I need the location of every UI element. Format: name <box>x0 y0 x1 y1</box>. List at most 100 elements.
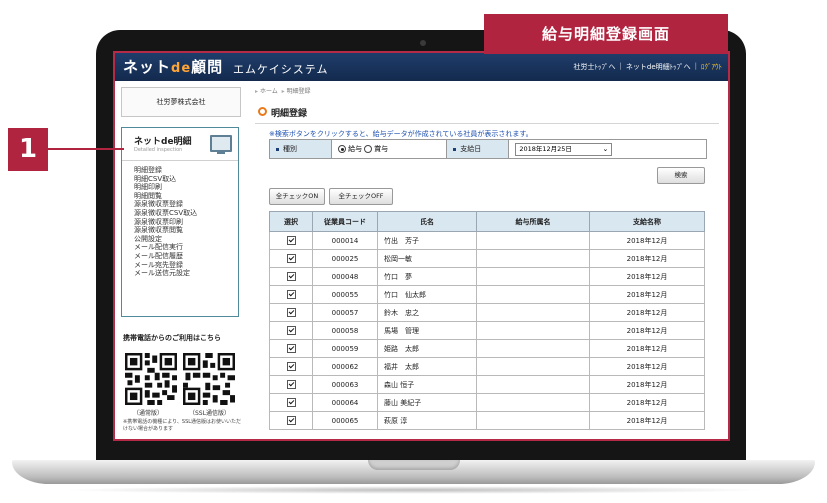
radio-bonus-label: 賞与 <box>374 145 389 153</box>
payment-date-select[interactable]: 2018年12月25日 ⌄ <box>515 142 613 156</box>
square-bullet-icon <box>276 147 279 151</box>
menu-item[interactable]: 源泉徴収票印刷 <box>134 218 197 227</box>
row-checkbox[interactable] <box>286 362 296 371</box>
page-title: 明細登録 <box>271 109 308 119</box>
col-pay-name: 支給名称 <box>589 211 705 232</box>
row-checkbox[interactable] <box>286 272 296 281</box>
col-employee-code: 従業員コード <box>312 211 378 232</box>
main-content: ▸ ホーム ▸ 明細登録 明細登録 ※検索ボタンをクリックすると、給与データが作… <box>249 81 728 439</box>
table-row: 000065 萩原 淳 2018年12月 <box>269 411 705 430</box>
menu-item[interactable]: メール宛先登録 <box>134 261 197 270</box>
cell-select <box>269 303 313 322</box>
laptop-shadow <box>60 486 767 494</box>
menu-item[interactable]: 源泉徴収票CSV取込 <box>134 209 197 218</box>
menu-item[interactable]: メール配信実行 <box>134 243 197 252</box>
cell-pay-name: 2018年12月 <box>589 303 705 322</box>
row-checkbox[interactable] <box>286 416 296 425</box>
cell-department <box>476 267 590 286</box>
table-row: 000062 福井 太郎 2018年12月 <box>269 357 705 376</box>
square-bullet-icon <box>453 147 457 151</box>
link-separator: | <box>694 62 697 70</box>
cell-department <box>476 303 590 322</box>
link-netde-top[interactable]: ネットde明細ﾄｯﾌﾟへ <box>626 62 691 72</box>
cell-name: 森山 恒子 <box>377 375 477 394</box>
cell-name: 藤山 美紀子 <box>377 393 477 412</box>
cell-department <box>476 393 590 412</box>
search-button[interactable]: 検索 <box>657 167 705 184</box>
menu-item[interactable]: メール配信履歴 <box>134 252 197 261</box>
cell-pay-name: 2018年12月 <box>589 231 705 250</box>
camera-dot <box>420 40 426 46</box>
link-separator: | <box>619 62 622 70</box>
row-checkbox[interactable] <box>286 308 296 317</box>
logo-text-de: de <box>171 61 192 76</box>
radio-salary[interactable] <box>338 145 347 153</box>
menu-list: 明細登録 明細CSV取込 明細印刷 明細閲覧 源泉徴収票登録 源泉徴収票CSV取… <box>134 166 197 278</box>
menu-item[interactable]: メール送信元設定 <box>134 269 197 278</box>
link-logout[interactable]: ﾛｸﾞｱｳﾄ <box>701 62 722 72</box>
breadcrumb-current: 明細登録 <box>286 88 311 95</box>
sidebar: 社労夢株式会社 ネットde明細 Detailed inspection 明細登録… <box>115 81 245 439</box>
cell-name: 姫路 太郎 <box>377 339 477 358</box>
cell-department <box>476 411 590 430</box>
qr-title: 携帯電話からのご利用はこちら <box>123 334 221 342</box>
qr-note: ※携帯電話の機種により、SSL通信版はお使いいただけない場合があります <box>123 419 242 432</box>
cell-name: 福井 太郎 <box>377 357 477 376</box>
screen-title-banner: 給与明細登録画面 <box>484 14 728 54</box>
cell-employee-code: 000065 <box>312 411 378 430</box>
cell-employee-code: 000064 <box>312 393 378 412</box>
cell-select <box>269 321 313 340</box>
cell-pay-name: 2018年12月 <box>589 375 705 394</box>
check-all-on-button[interactable]: 全チェックON <box>269 188 325 205</box>
cell-department <box>476 321 590 340</box>
cell-employee-code: 000059 <box>312 339 378 358</box>
callout-number-badge: 1 <box>8 128 48 171</box>
check-all-off-button[interactable]: 全チェックOFF <box>329 188 393 205</box>
radio-salary-label: 給与 <box>348 145 363 153</box>
menu-item[interactable]: 源泉徴収票登録 <box>134 200 197 209</box>
breadcrumb-home[interactable]: ホーム <box>260 88 278 95</box>
row-checkbox[interactable] <box>286 290 296 299</box>
cell-employee-code: 000057 <box>312 303 378 322</box>
cell-pay-name: 2018年12月 <box>589 267 705 286</box>
cell-pay-name: 2018年12月 <box>589 393 705 412</box>
table-row: 000058 馬場 管理 2018年12月 <box>269 321 705 340</box>
date-label-text: 支給日 <box>460 145 482 153</box>
qr-code-normal <box>125 353 177 405</box>
table-row: 000063 森山 恒子 2018年12月 <box>269 375 705 394</box>
cell-employee-code: 000058 <box>312 321 378 340</box>
menu-item[interactable]: 明細印刷 <box>134 183 197 192</box>
header-links: 社労士ﾄｯﾌﾟへ | ネットde明細ﾄｯﾌﾟへ | ﾛｸﾞｱｳﾄ <box>574 62 722 72</box>
cell-name: 松岡一敏 <box>377 249 477 268</box>
row-checkbox[interactable] <box>286 344 296 353</box>
app-logo[interactable]: ネットde顧問 <box>123 56 223 77</box>
menu-item[interactable]: 源泉徴収票閲覧 <box>134 226 197 235</box>
breadcrumb-arrow-icon: ▸ <box>255 88 259 95</box>
row-checkbox[interactable] <box>286 398 296 407</box>
menu-item[interactable]: 明細登録 <box>134 166 197 175</box>
col-department: 給与所属名 <box>476 211 590 232</box>
kind-label-text: 種別 <box>283 145 297 153</box>
row-checkbox[interactable] <box>286 254 296 263</box>
table-row: 000014 竹出 芳子 2018年12月 <box>269 231 705 250</box>
cell-select <box>269 375 313 394</box>
laptop-notch <box>368 460 460 470</box>
cell-pay-name: 2018年12月 <box>589 339 705 358</box>
system-name: エムケイシステム <box>233 63 329 76</box>
menu-title: ネットde明細 <box>134 137 192 147</box>
cell-pay-name: 2018年12月 <box>589 285 705 304</box>
row-checkbox[interactable] <box>286 380 296 389</box>
row-checkbox[interactable] <box>286 326 296 335</box>
table-row: 000057 鈴木 忠之 2018年12月 <box>269 303 705 322</box>
cell-name: 馬場 管理 <box>377 321 477 340</box>
qr-caption-normal: （通常版） <box>133 410 164 417</box>
chevron-down-icon: ⌄ <box>602 144 609 153</box>
link-sharoushi-top[interactable]: 社労士ﾄｯﾌﾟへ <box>574 62 616 72</box>
breadcrumb-arrow-icon: ▸ <box>281 88 285 95</box>
cell-select <box>269 231 313 250</box>
menu-item[interactable]: 明細CSV取込 <box>134 175 197 184</box>
cell-select <box>269 393 313 412</box>
callout-leader-line <box>48 148 124 150</box>
row-checkbox[interactable] <box>286 236 296 245</box>
radio-bonus[interactable] <box>364 145 373 153</box>
